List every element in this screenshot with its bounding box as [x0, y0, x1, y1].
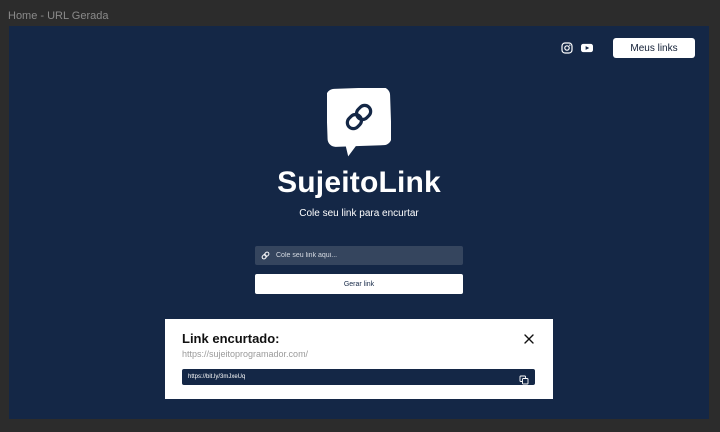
copy-icon[interactable] [519, 372, 529, 385]
brand-title: SujeitoLink [277, 166, 441, 199]
original-url: https://sujeitoprogramador.com/ [182, 349, 309, 359]
link-input-container [255, 246, 463, 265]
close-icon[interactable] [523, 332, 535, 344]
gerar-link-button[interactable]: Gerar link [255, 274, 463, 294]
app-canvas: Meus links SujeitoLink Cole seu link par… [9, 26, 709, 419]
modal-title: Link encurtado: [182, 331, 280, 346]
youtube-icon[interactable] [581, 42, 593, 54]
hero-subtitle: Cole seu link para encurtar [299, 208, 419, 219]
meus-links-button[interactable]: Meus links [613, 38, 695, 58]
link-input[interactable] [276, 252, 457, 259]
logo-icon [326, 87, 392, 158]
header-actions: Meus links [561, 38, 695, 58]
short-link[interactable]: https://bit.ly/3mJxeUq [188, 374, 519, 380]
short-link-bar[interactable]: https://bit.ly/3mJxeUq [182, 369, 535, 385]
frame-title: Home - URL Gerada [8, 10, 109, 22]
link-icon [261, 247, 270, 265]
result-modal: Link encurtado: https://sujeitoprogramad… [165, 319, 553, 399]
instagram-icon[interactable] [561, 42, 573, 54]
